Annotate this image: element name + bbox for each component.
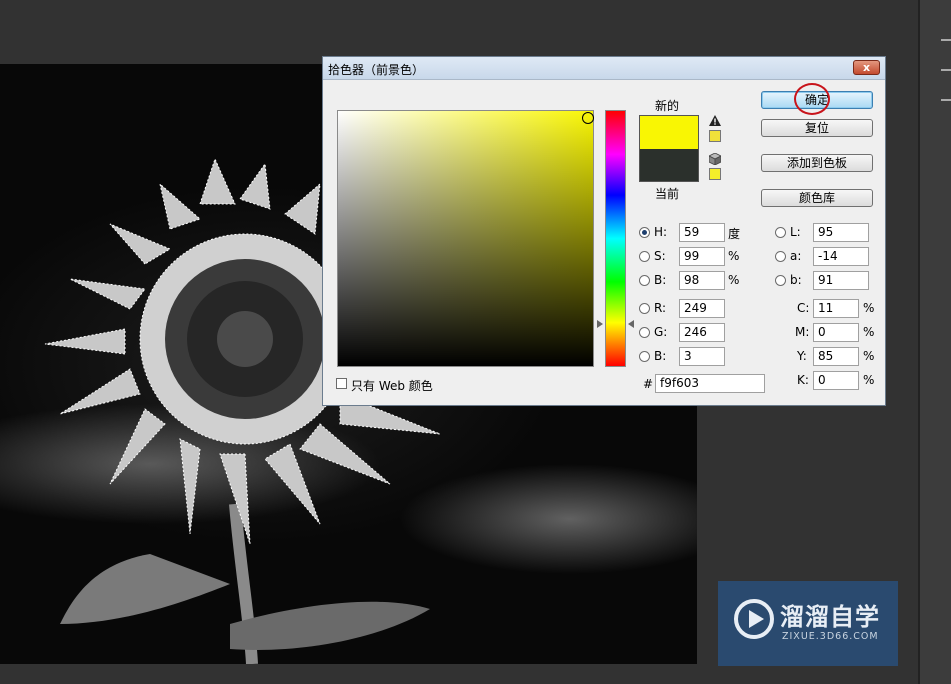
lab-l-label: L: — [790, 225, 801, 239]
cyan-input[interactable]: 11 — [813, 299, 859, 318]
hue-unit: 度 — [728, 227, 741, 241]
cyan-unit: % — [863, 301, 875, 315]
hex-input[interactable]: f9f603 — [655, 374, 765, 393]
brightness-radio[interactable] — [639, 275, 650, 286]
brightness-label: B: — [654, 273, 667, 287]
magenta-input[interactable]: 0 — [813, 323, 859, 342]
web-cube-icon[interactable] — [709, 153, 721, 165]
panel-strip — [918, 0, 951, 684]
blue-label: B: — [654, 349, 667, 363]
brightness-unit: % — [728, 273, 740, 287]
hue-input[interactable]: 59 — [679, 223, 725, 242]
black-input[interactable]: 0 — [813, 371, 859, 390]
saturation-label: S: — [654, 249, 666, 263]
black-unit: % — [863, 373, 875, 387]
watermark: 溜溜自学 ZIXUE.3D66.COM — [718, 581, 898, 666]
current-color-label: 当前 — [655, 187, 680, 201]
warning-icon[interactable] — [709, 115, 721, 126]
yellow-input[interactable]: 85 — [813, 347, 859, 366]
black-label: K: — [797, 373, 809, 387]
hue-slider-handle-right[interactable] — [628, 320, 634, 328]
saturation-radio[interactable] — [639, 251, 650, 262]
new-color-label: 新的 — [655, 99, 680, 113]
green-radio[interactable] — [639, 327, 650, 338]
saturation-input[interactable]: 99 — [679, 247, 725, 266]
lab-a-radio[interactable] — [775, 251, 786, 262]
hue-slider[interactable] — [605, 110, 626, 367]
web-only-checkbox[interactable] — [336, 378, 347, 389]
red-radio[interactable] — [639, 303, 650, 314]
blue-radio[interactable] — [639, 351, 650, 362]
green-label: G: — [654, 325, 668, 339]
play-logo-icon — [734, 599, 774, 639]
lab-b-input[interactable]: 91 — [813, 271, 869, 290]
red-input[interactable]: 249 — [679, 299, 725, 318]
color-preview — [639, 115, 699, 182]
reset-button[interactable]: 复位 — [761, 119, 873, 137]
close-button[interactable]: x — [853, 60, 880, 75]
watermark-title: 溜溜自学 — [780, 603, 880, 631]
cyan-label: C: — [797, 301, 810, 315]
dialog-title: 拾色器（前景色） — [328, 63, 425, 77]
hue-radio[interactable] — [639, 227, 650, 238]
yellow-unit: % — [863, 349, 875, 363]
lab-b-radio[interactable] — [775, 275, 786, 286]
hue-label: H: — [654, 225, 668, 239]
yellow-label: Y: — [797, 349, 807, 363]
color-libraries-button[interactable]: 颜色库 — [761, 189, 873, 207]
panel-tab-marker[interactable] — [941, 30, 951, 41]
lab-l-radio[interactable] — [775, 227, 786, 238]
lab-a-input[interactable]: -14 — [813, 247, 869, 266]
saturation-unit: % — [728, 249, 740, 263]
web-only-label: 只有 Web 颜色 — [351, 379, 433, 393]
magenta-unit: % — [863, 325, 875, 339]
gamut-warning-swatch[interactable] — [709, 130, 721, 142]
magenta-label: M: — [795, 325, 810, 339]
web-safe-swatch[interactable] — [709, 168, 721, 180]
panel-tab-marker[interactable] — [941, 60, 951, 71]
color-field[interactable] — [337, 110, 594, 367]
color-picker-dialog: 拾色器（前景色） x 新的 当前 确定 复位 添加到色板 颜色库 H: 59 度… — [322, 56, 886, 406]
current-color-swatch[interactable] — [640, 149, 698, 181]
lab-b-label: b: — [790, 273, 802, 287]
panel-tab-marker[interactable] — [941, 90, 951, 101]
green-input[interactable]: 246 — [679, 323, 725, 342]
dialog-titlebar[interactable]: 拾色器（前景色） x — [323, 57, 885, 80]
new-color-swatch — [640, 116, 698, 149]
lab-a-label: a: — [790, 249, 802, 263]
hue-slider-handle-left[interactable] — [597, 320, 603, 328]
add-to-swatches-button[interactable]: 添加到色板 — [761, 154, 873, 172]
close-icon: x — [862, 61, 871, 74]
color-field-picker-ring[interactable] — [582, 112, 594, 124]
brightness-input[interactable]: 98 — [679, 271, 725, 290]
red-label: R: — [654, 301, 667, 315]
hex-label: # — [643, 377, 654, 391]
watermark-subtitle: ZIXUE.3D66.COM — [782, 631, 879, 642]
blue-input[interactable]: 3 — [679, 347, 725, 366]
highlight-circle — [794, 83, 830, 115]
lab-l-input[interactable]: 95 — [813, 223, 869, 242]
